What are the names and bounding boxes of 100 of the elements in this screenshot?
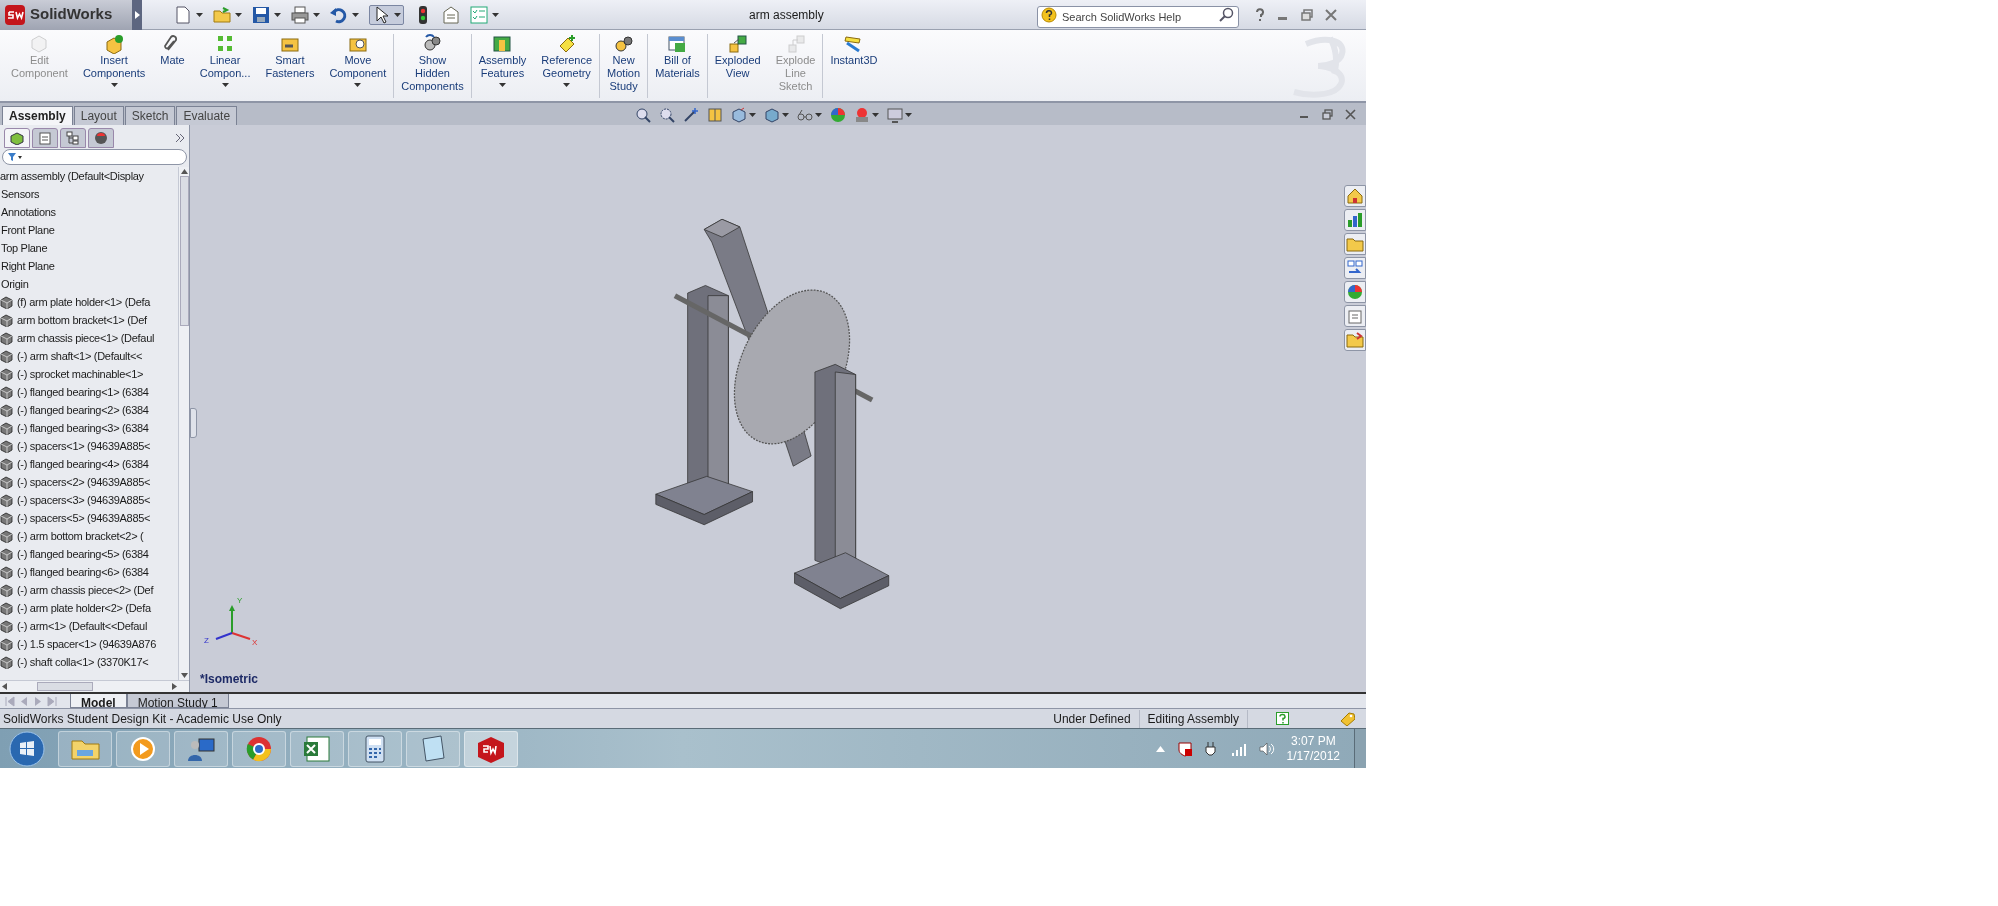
search-icon[interactable] [1219, 6, 1235, 23]
task-pane-tab[interactable] [1344, 305, 1366, 327]
power-plug-icon[interactable] [1204, 740, 1219, 757]
command-button[interactable]: New Motion Study [600, 34, 649, 98]
signal-bars-icon[interactable] [1230, 741, 1247, 756]
zoom-icon[interactable] [659, 107, 675, 123]
restore-icon[interactable] [1322, 109, 1333, 120]
caret-icon[interactable] [274, 12, 281, 17]
tree-item[interactable]: Annotations [0, 203, 56, 221]
taskbar-app-button[interactable] [116, 730, 170, 767]
tree-item[interactable]: (-) arm shaft<1> (Default<< [17, 347, 143, 365]
command-button[interactable]: Move Component [322, 34, 395, 98]
taskbar-app-button[interactable] [290, 730, 344, 767]
caret-icon[interactable] [394, 12, 401, 17]
feature-manager-tab[interactable] [4, 128, 30, 148]
section-icon[interactable] [707, 107, 723, 123]
model-tab[interactable]: Model [70, 694, 127, 708]
tree-item[interactable]: (-) sprocket machinable<1> [17, 365, 144, 383]
taskbar-app-button[interactable] [406, 730, 460, 767]
ribbon-tab[interactable]: Sketch [124, 106, 176, 125]
model-tab[interactable]: Motion Study 1 [126, 694, 229, 708]
tag-icon[interactable] [1339, 711, 1355, 726]
monitor-icon[interactable] [887, 107, 903, 123]
tree-item[interactable]: (-) shaft colla<1> (3370K17< [17, 653, 149, 671]
caret-icon[interactable] [872, 113, 879, 117]
tree-item[interactable]: Top Plane [0, 239, 48, 257]
command-button[interactable]: Assembly Features [471, 34, 535, 98]
search-field[interactable]: Search SolidWorks Help [1037, 5, 1239, 28]
shield-icon[interactable] [1176, 740, 1193, 757]
task-pane-tab[interactable] [1344, 257, 1366, 279]
vertical-scrollbar[interactable] [178, 167, 189, 680]
up-arrow-icon[interactable] [1155, 745, 1165, 752]
tree-item[interactable]: Origin [0, 275, 29, 293]
command-button[interactable]: Show Hidden Components [394, 34, 472, 98]
tree-item[interactable]: (-) flanged bearing<5> (6384 [17, 545, 149, 563]
tree-item[interactable]: (-) arm chassis piece<2> (Def [17, 581, 154, 599]
command-button[interactable]: Linear Compon... [192, 34, 259, 98]
caret-icon[interactable] [352, 12, 359, 17]
tree-item[interactable]: (-) arm<1> (Default<<Defaul [17, 617, 148, 635]
glasses-icon[interactable] [797, 107, 813, 123]
printer-icon[interactable] [291, 5, 309, 24]
ribbon-tab[interactable]: Evaluate [176, 106, 238, 125]
clipboard-icon[interactable] [442, 5, 460, 24]
tree-item[interactable]: (-) spacers<5> (94639A885< [17, 509, 151, 527]
color-sphere-icon[interactable] [830, 107, 846, 123]
caret-icon[interactable] [492, 12, 499, 17]
cube-icon[interactable] [764, 107, 780, 123]
double-chevron-icon[interactable] [175, 133, 185, 143]
appearance-tab[interactable] [88, 128, 114, 148]
ribbon-tab[interactable]: Assembly [2, 106, 73, 125]
taskbar-app-button[interactable] [348, 730, 402, 767]
caret-icon[interactable] [905, 113, 912, 117]
tree-item[interactable]: (-) flanged bearing<3> (6384 [17, 419, 149, 437]
tree-item[interactable]: (-) spacers<3> (94639A885< [17, 491, 151, 509]
speaker-icon[interactable] [1258, 741, 1275, 756]
caret-icon[interactable] [782, 113, 789, 117]
command-button[interactable]: Bill of Materials [648, 34, 708, 98]
command-button[interactable]: Reference Geometry [534, 34, 601, 98]
tree-item[interactable]: (-) flanged bearing<1> (6384 [17, 383, 149, 401]
caret-icon[interactable] [749, 113, 756, 117]
panel-collapse-handle[interactable] [190, 408, 197, 438]
zoom-icon[interactable] [635, 107, 651, 123]
taskbar-app-button[interactable] [232, 730, 286, 767]
close-icon[interactable] [1325, 8, 1337, 21]
restore-icon[interactable] [1301, 8, 1313, 21]
tree-item[interactable]: (f) arm plate holder<1> (Defa [17, 293, 151, 311]
close-icon[interactable] [1345, 109, 1356, 120]
command-button[interactable]: Instant3D [823, 34, 886, 98]
tree-item[interactable]: (-) flanged bearing<6> (6384 [17, 563, 149, 581]
tree-item[interactable]: arm bottom bracket<1> (Def [17, 311, 147, 329]
taskbar-app-button[interactable] [174, 730, 228, 767]
task-pane-tab[interactable] [1344, 281, 1366, 303]
tree-item[interactable]: (-) spacers<1> (94639A885< [17, 437, 151, 455]
tree-item[interactable]: Right Plane [0, 257, 55, 275]
app-logo[interactable]: SolidWorks [0, 0, 132, 30]
caret-icon[interactable] [235, 12, 242, 17]
tree-item[interactable]: (-) arm bottom bracket<2> ( [17, 527, 144, 545]
tree-item[interactable]: Sensors [0, 185, 40, 203]
scrollbar-thumb[interactable] [37, 682, 93, 691]
tree-item[interactable]: (-) arm plate holder<2> (Defa [17, 599, 151, 617]
command-button[interactable]: Insert Components [75, 34, 154, 98]
property-manager-tab[interactable] [32, 128, 58, 148]
task-pane-tab[interactable] [1344, 185, 1366, 207]
command-button[interactable]: Mate [153, 34, 193, 98]
ribbon-tab[interactable]: Layout [73, 106, 124, 125]
caret-icon[interactable] [196, 12, 203, 17]
command-button[interactable]: Exploded View [707, 34, 769, 98]
tree-item[interactable]: arm chassis piece<1> (Defaul [17, 329, 155, 347]
scrollbar-thumb[interactable] [179, 176, 189, 326]
tree-item[interactable]: Front Plane [0, 221, 55, 239]
caret-icon[interactable] [815, 113, 822, 117]
start-button[interactable] [8, 729, 46, 768]
tree-item[interactable]: arm assembly (Default<Display [0, 167, 144, 185]
tree-item[interactable]: (-) flanged bearing<4> (6384 [17, 455, 149, 473]
caret-icon[interactable] [313, 12, 320, 17]
tree-item[interactable]: (-) spacers<2> (94639A885< [17, 473, 151, 491]
horizontal-scrollbar[interactable] [0, 680, 189, 692]
tree-item[interactable]: (-) flanged bearing<2> (6384 [17, 401, 149, 419]
undo-arrow-icon[interactable] [330, 5, 348, 24]
filter-field[interactable] [2, 149, 187, 165]
